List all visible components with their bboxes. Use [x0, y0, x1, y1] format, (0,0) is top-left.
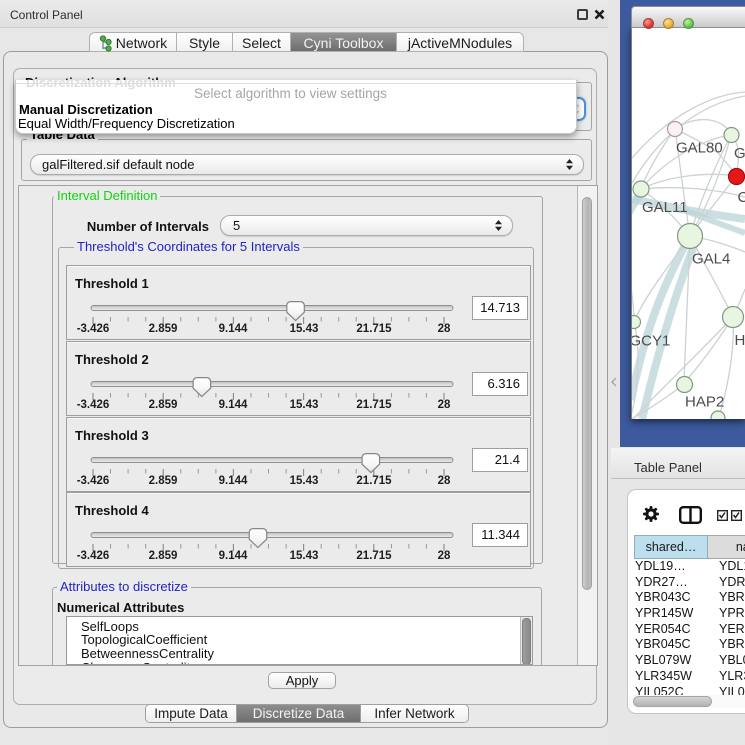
svg-text:GCY1: GCY1	[632, 333, 670, 350]
svg-text:C: C	[738, 189, 745, 206]
svg-text:GA: GA	[734, 145, 745, 162]
svg-text:GAL4: GAL4	[692, 251, 730, 268]
svg-text:GAL80: GAL80	[676, 140, 723, 157]
svg-text:HAP2: HAP2	[685, 394, 724, 411]
svg-text:GAL11: GAL11	[642, 199, 688, 216]
svg-text:H: H	[735, 332, 745, 349]
